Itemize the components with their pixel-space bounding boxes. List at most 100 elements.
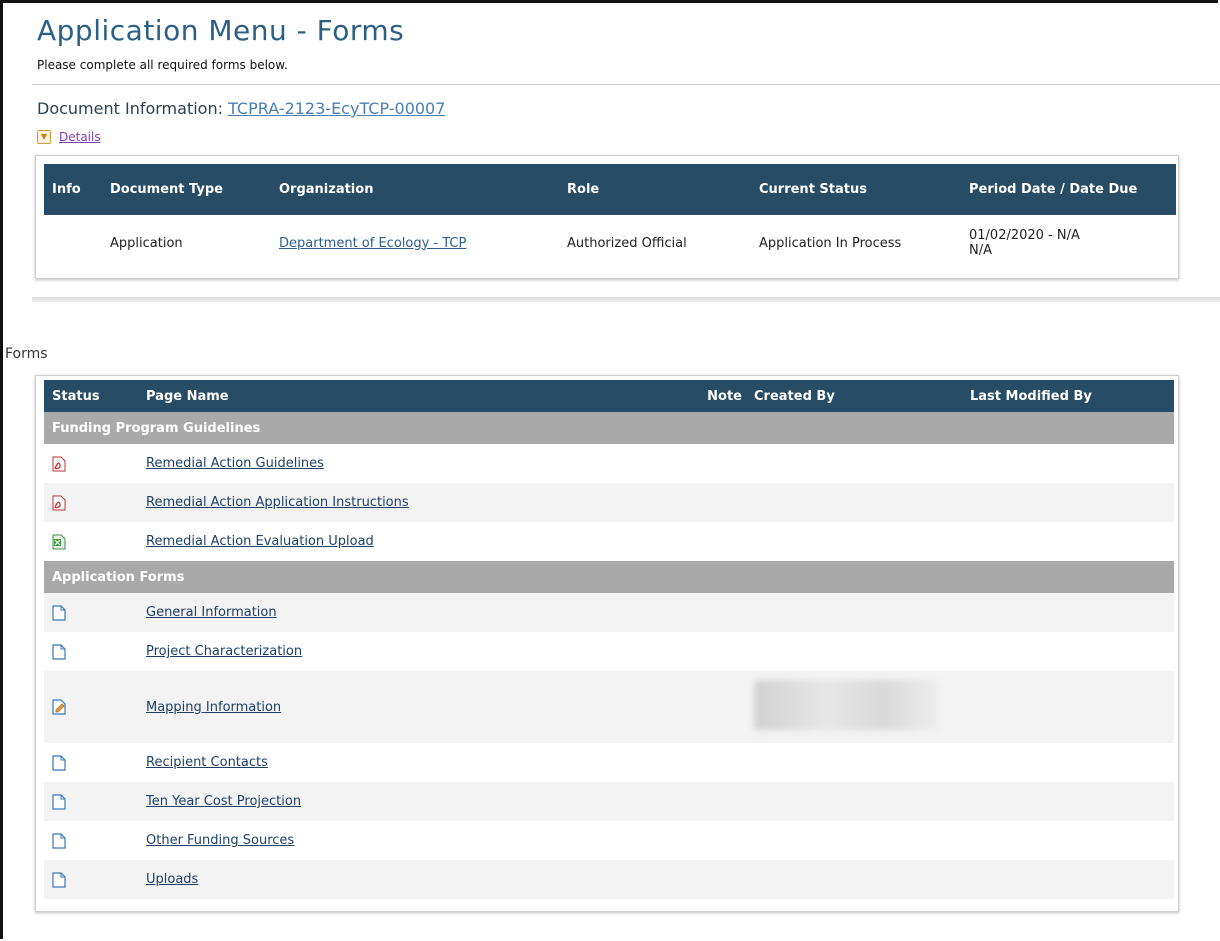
last-modified-by-cell [962, 671, 1174, 743]
created-by-cell [746, 483, 962, 522]
table-row: Recipient Contacts [44, 743, 1174, 782]
page-name-cell: Project Characterization [138, 632, 694, 671]
form-link[interactable]: Remedial Action Guidelines [146, 456, 324, 471]
col-last-modified-by: Last Modified By [962, 380, 1174, 412]
organization-link[interactable]: Department of Ecology - TCP [279, 236, 466, 251]
document-icon [52, 604, 66, 621]
page-name-cell: Mapping Information [138, 671, 694, 743]
note-cell [694, 821, 746, 860]
last-modified-by-cell [962, 782, 1174, 821]
col-note: Note [694, 380, 746, 412]
status-cell [44, 782, 138, 821]
last-modified-by-cell [962, 632, 1174, 671]
note-cell [694, 782, 746, 821]
document-info-table: Info Document Type Organization Role Cur… [44, 164, 1176, 271]
last-modified-by-cell [962, 522, 1174, 561]
status-cell [44, 671, 138, 743]
form-link[interactable]: Uploads [146, 872, 198, 887]
details-toggle[interactable]: ▼ Details [37, 130, 101, 144]
edit-document-icon [52, 699, 66, 715]
current-status-cell: Application In Process [759, 235, 902, 251]
created-by-cell [746, 593, 962, 632]
document-information-label: Document Information: [37, 99, 223, 118]
form-link[interactable]: Mapping Information [146, 700, 281, 715]
document-icon [52, 643, 66, 660]
document-id-link[interactable]: TCPRA-2123-EcyTCP-00007 [228, 99, 445, 118]
redacted-created-by [754, 680, 939, 730]
last-modified-by-cell [962, 821, 1174, 860]
forms-panel: Status Page Name Note Created By Last Mo… [35, 375, 1179, 912]
note-cell [694, 632, 746, 671]
created-by-cell [746, 444, 962, 483]
status-cell [44, 632, 138, 671]
document-icon [52, 754, 66, 771]
col-current-status: Current Status [751, 164, 961, 215]
col-document-type: Document Type [102, 164, 271, 215]
group-name: Application Forms [44, 561, 1174, 593]
pdf-icon [52, 456, 66, 472]
page-subtitle: Please complete all required forms below… [37, 58, 288, 72]
table-row: Other Funding Sources [44, 821, 1174, 860]
col-role: Role [559, 164, 751, 215]
page-name-cell: Uploads [138, 860, 694, 899]
created-by-cell [746, 743, 962, 782]
info-cell [44, 215, 102, 271]
excel-icon [52, 534, 66, 550]
period-date-cell: 01/02/2020 - N/A N/A [961, 215, 1176, 271]
page-name-cell: Remedial Action Application Instructions [138, 483, 694, 522]
divider [32, 84, 1220, 85]
created-by-cell [746, 632, 962, 671]
date-due: N/A [969, 243, 992, 258]
note-cell [694, 593, 746, 632]
created-by-cell [746, 860, 962, 899]
group-name: Funding Program Guidelines [44, 412, 1174, 444]
table-row: Mapping Information [44, 671, 1174, 743]
page-name-cell: Ten Year Cost Projection [138, 782, 694, 821]
col-period-date-label: Period Date / Date Due [969, 182, 1138, 197]
pdf-icon [52, 495, 66, 511]
details-link[interactable]: Details [59, 130, 101, 144]
table-row: Remedial Action Evaluation Upload [44, 522, 1174, 561]
forms-table: Status Page Name Note Created By Last Mo… [44, 380, 1174, 899]
form-link[interactable]: Remedial Action Evaluation Upload [146, 534, 374, 549]
table-row: Remedial Action Guidelines [44, 444, 1174, 483]
period-date: 01/02/2020 - N/A [969, 228, 1080, 243]
form-link[interactable]: Recipient Contacts [146, 755, 268, 770]
col-status: Status [44, 380, 138, 412]
col-organization: Organization [271, 164, 559, 215]
created-by-cell [746, 522, 962, 561]
created-by-cell [746, 821, 962, 860]
note-cell [694, 483, 746, 522]
form-link[interactable]: Project Characterization [146, 644, 302, 659]
note-cell [694, 671, 746, 743]
document-info-row: Application Department of Ecology - TCP … [44, 215, 1176, 271]
col-period-date: Period Date / Date Due [961, 164, 1176, 215]
document-icon [52, 793, 66, 810]
document-icon [52, 832, 66, 849]
group-header: Application Forms [44, 561, 1174, 593]
status-cell [44, 522, 138, 561]
page-title: Application Menu - Forms [37, 14, 405, 47]
form-link[interactable]: Remedial Action Application Instructions [146, 495, 409, 510]
status-cell [44, 743, 138, 782]
form-link[interactable]: General Information [146, 605, 277, 620]
col-page-name: Page Name [138, 380, 694, 412]
page-name-cell: Remedial Action Guidelines [138, 444, 694, 483]
form-link[interactable]: Ten Year Cost Projection [146, 794, 301, 809]
last-modified-by-cell [962, 860, 1174, 899]
expand-arrow-icon[interactable]: ▼ [37, 130, 51, 144]
note-cell [694, 860, 746, 899]
status-cell [44, 483, 138, 522]
created-by-cell [746, 782, 962, 821]
section-divider [32, 297, 1220, 302]
document-info-header-row: Info Document Type Organization Role Cur… [44, 164, 1176, 215]
table-row: Remedial Action Application Instructions [44, 483, 1174, 522]
last-modified-by-cell [962, 743, 1174, 782]
last-modified-by-cell [962, 444, 1174, 483]
form-link[interactable]: Other Funding Sources [146, 833, 294, 848]
table-row: Ten Year Cost Projection [44, 782, 1174, 821]
organization-cell: Department of Ecology - TCP [271, 215, 559, 271]
table-row: Project Characterization [44, 632, 1174, 671]
group-header: Funding Program Guidelines [44, 412, 1174, 444]
note-cell [694, 743, 746, 782]
